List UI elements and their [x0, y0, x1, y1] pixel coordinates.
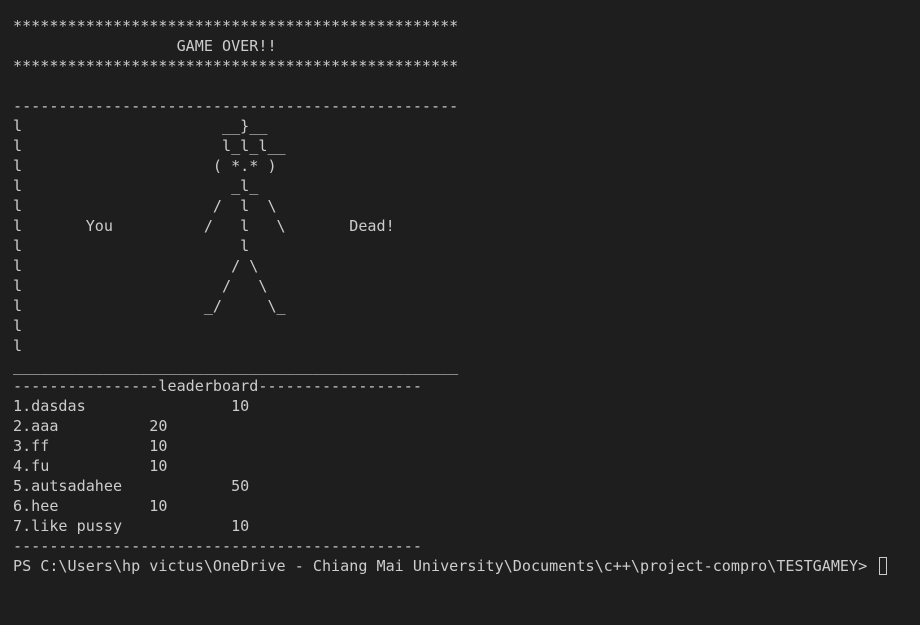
leaderboard-entry: 2.aaa 20: [13, 417, 168, 435]
leaderboard-entry: 7.like pussy 10: [13, 517, 250, 535]
hangman-art-line: l: [13, 337, 23, 355]
you-dead-line: l You / l \ Dead!: [13, 217, 395, 235]
terminal-output[interactable]: ****************************************…: [13, 16, 913, 576]
hangman-art-line: l / \: [13, 277, 268, 295]
leaderboard-title: ----------------leaderboard-------------…: [13, 377, 422, 395]
leaderboard-entry: 5.autsadahee 50: [13, 477, 250, 495]
leaderboard-entry: 6.hee 10: [13, 497, 168, 515]
hangman-art-line: l l: [13, 237, 250, 255]
hangman-art-line: l ( *.* ): [13, 157, 277, 175]
hangman-art-line: l __}__: [13, 117, 268, 135]
text-cursor[interactable]: [879, 557, 888, 575]
hangman-art-line: l: [13, 317, 23, 335]
leaderboard-end-border: ----------------------------------------…: [13, 537, 422, 555]
hangman-art-line: l _/ \_: [13, 297, 286, 315]
game-over-text: GAME OVER!!: [13, 37, 277, 55]
leaderboard-entry: 4.fu 10: [13, 457, 168, 475]
leaderboard-entry: 3.ff 10: [13, 437, 168, 455]
hangman-art-line: l / \: [13, 257, 259, 275]
art-top-border: ----------------------------------------…: [13, 97, 459, 115]
command-prompt[interactable]: PS C:\Users\hp victus\OneDrive - Chiang …: [13, 556, 913, 576]
hangman-art-line: l l_l_l__: [13, 137, 286, 155]
prompt-text: PS C:\Users\hp victus\OneDrive - Chiang …: [13, 557, 877, 575]
leaderboard-entry: 1.dasdas 10: [13, 397, 250, 415]
header-stars-bottom: ****************************************…: [13, 57, 459, 75]
hangman-art-line: l / l \: [13, 197, 277, 215]
header-stars-top: ****************************************…: [13, 17, 459, 35]
hangman-art-line: l _l_: [13, 177, 259, 195]
art-bottom-border: ________________________________________…: [13, 357, 459, 375]
